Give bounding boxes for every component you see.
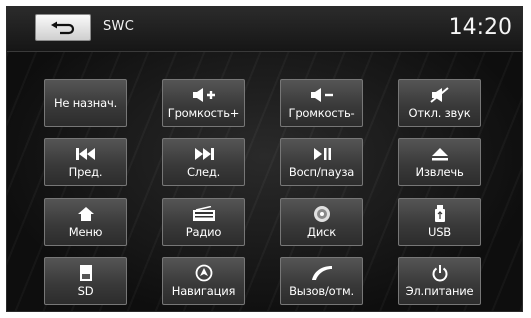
disc-icon [313,205,331,223]
button-label: Меню [68,225,103,239]
button-label: Откл. звук [408,106,471,120]
clock: 14:20 [448,15,512,40]
usb-button[interactable]: USB [398,198,481,246]
button-label: Громкость+ [167,106,240,120]
button-label: SD [77,284,94,298]
eject-button[interactable]: Извлечь [398,138,481,186]
header-bar: SWC 14:20 [7,7,522,52]
button-grid: Не назнач. Громкость+ Громкость- Откл. з… [7,52,522,311]
phone-icon [310,264,334,282]
mute-icon [429,86,451,104]
button-label: Извлечь [415,165,464,179]
disc-button[interactable]: Диск [280,198,363,246]
call-button[interactable]: Вызов/отм. [280,257,363,305]
power-button[interactable]: Эл.питание [398,257,481,305]
page-title: SWC [103,19,135,34]
button-label: Пред. [68,165,103,179]
button-label: Громкость- [288,106,355,120]
menu-button[interactable]: Меню [44,198,127,246]
usb-icon [433,205,447,223]
unassigned-button[interactable]: Не назнач. [44,79,127,127]
button-label: Диск [307,225,336,239]
eject-icon [431,145,449,163]
button-label: Не назнач. [53,96,118,110]
navigation-icon [195,264,213,282]
volume-up-button[interactable]: Громкость+ [162,79,245,127]
sd-card-icon [79,264,93,282]
play-pause-icon [312,145,332,163]
play-pause-button[interactable]: Восп/пауза [280,138,363,186]
back-button[interactable] [35,14,91,41]
screen-frame: SWC 14:20 Не назнач. Громкость+ Громкост… [6,6,523,312]
button-label: Эл.питание [405,284,474,298]
radio-icon [192,205,216,223]
power-icon [431,264,449,282]
button-label: Вызов/отм. [289,284,354,298]
button-label: USB [427,225,451,239]
next-track-icon [193,145,215,163]
return-arrow-icon [50,21,76,35]
button-label: Навигация [171,284,236,298]
sd-button[interactable]: SD [44,257,127,305]
home-icon [77,205,95,223]
radio-button[interactable]: Радио [162,198,245,246]
button-label: След. [186,165,221,179]
next-track-button[interactable]: След. [162,138,245,186]
previous-track-icon [75,145,97,163]
mute-button[interactable]: Откл. звук [398,79,481,127]
volume-down-button[interactable]: Громкость- [280,79,363,127]
navigation-button[interactable]: Навигация [162,257,245,305]
button-label: Радио [185,225,222,239]
volume-down-icon [309,86,335,104]
previous-track-button[interactable]: Пред. [44,138,127,186]
volume-up-icon [191,86,217,104]
button-label: Восп/пауза [288,165,355,179]
